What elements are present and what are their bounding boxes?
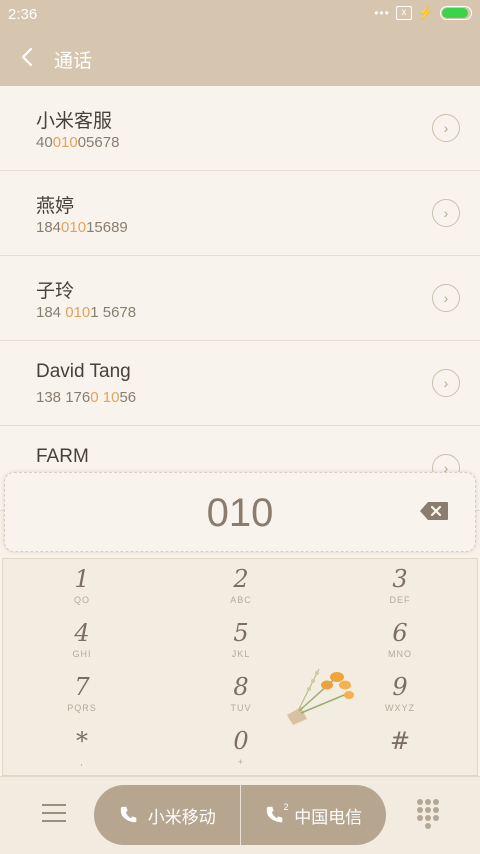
contact-number: 4001005678 — [36, 134, 119, 151]
number-match: 010 — [52, 134, 78, 151]
dialed-digits: 010 — [206, 491, 274, 535]
key-digit: 7 — [74, 673, 90, 701]
charging-icon: ⚡ — [417, 5, 434, 20]
number-match: 010 — [61, 219, 87, 236]
key-1[interactable]: 1 QO — [3, 559, 161, 613]
dial-keypad: 1 QO 2 ABC 3 DEF 4 GHI 5 JKL 6 MNO 7 PQR… — [2, 558, 478, 776]
number-match: 010 — [65, 304, 91, 321]
contact-row[interactable]: 小米客服 4001005678 › — [0, 86, 480, 171]
key-digit: 1 — [74, 565, 90, 593]
no-sim-icon: x — [395, 6, 412, 20]
chevron-right-icon[interactable]: › — [432, 114, 460, 142]
key-digit: 3 — [392, 565, 408, 593]
number-match: 0 — [90, 389, 99, 406]
key-digit: 4 — [74, 619, 90, 647]
app-header: 通话 — [0, 28, 480, 86]
call-sim1-button[interactable]: 小米移动 — [94, 785, 240, 845]
key-star[interactable]: * , — [3, 721, 161, 775]
contact-name: FARM — [36, 446, 89, 467]
key-digit: 5 — [233, 619, 249, 647]
key-letters: , — [80, 757, 84, 767]
key-2[interactable]: 2 ABC — [162, 559, 320, 613]
sim1-label: 小米移动 — [147, 807, 216, 827]
key-7[interactable]: 7 PQRS — [3, 667, 161, 721]
chevron-right-icon[interactable]: › — [432, 199, 460, 227]
contact-name: 燕婷 — [36, 196, 75, 217]
key-0[interactable]: 0 + — [162, 721, 320, 775]
number-part: 40 — [36, 134, 53, 151]
key-letters: DEF — [389, 595, 411, 605]
key-5[interactable]: 5 JKL — [162, 613, 320, 667]
contact-number: 184 0101 5678 — [36, 304, 136, 321]
key-digit: 6 — [392, 619, 408, 647]
key-digit: 0 — [233, 727, 249, 755]
signal-icon: ••• — [374, 6, 390, 20]
key-digit: * — [76, 727, 88, 755]
status-time: 2:36 — [8, 6, 38, 23]
key-digit: # — [389, 727, 411, 755]
contact-name: 子玲 — [36, 281, 75, 302]
call-sim2-button[interactable]: 2 中国电信 — [239, 785, 387, 845]
number-part: 184 — [36, 219, 62, 236]
battery-icon — [440, 6, 472, 20]
contact-row[interactable]: 子玲 184 0101 5678 › — [0, 256, 480, 341]
phone-icon — [120, 806, 137, 823]
key-letters: MNO — [388, 649, 412, 659]
back-arrow-icon[interactable] — [12, 41, 44, 73]
number-part: 56 — [119, 389, 137, 406]
key-letters: ABC — [230, 595, 252, 605]
contact-results-list: 小米客服 4001005678 › 燕婷 18401015689 › 子玲 18… — [0, 86, 480, 511]
menu-icon[interactable] — [38, 801, 70, 825]
number-part: 15689 — [86, 219, 128, 236]
contact-number: 138 1760 1056 — [36, 389, 136, 406]
key-3[interactable]: 3 DEF — [321, 559, 479, 613]
contact-name: David Tang — [36, 361, 131, 382]
page-title: 通话 — [54, 51, 93, 72]
flower-bouquet-decoration — [287, 668, 354, 725]
dial-number-display: 010 — [4, 472, 476, 552]
battery-level — [442, 8, 468, 18]
status-bar: 2:36 ••• x ⚡ — [0, 0, 480, 28]
contact-name: 小米客服 — [36, 111, 113, 132]
backspace-icon[interactable] — [419, 501, 449, 521]
key-hash[interactable]: # — [321, 721, 479, 775]
key-4[interactable]: 4 GHI — [3, 613, 161, 667]
contact-row[interactable]: David Tang 138 1760 1056 › — [0, 341, 480, 426]
status-icons: ••• x ⚡ — [374, 5, 472, 21]
number-part: 1 5678 — [90, 304, 137, 321]
bottom-action-bar: 小米移动 2 中国电信 — [0, 776, 480, 854]
key-letters: PQRS — [67, 703, 97, 713]
key-letters: + — [237, 757, 245, 767]
sim-slot-number: 2 — [283, 802, 289, 812]
sim2-label: 中国电信 — [294, 807, 363, 827]
contact-row[interactable]: 燕婷 18401015689 › — [0, 171, 480, 256]
key-digit: 2 — [233, 565, 249, 593]
number-part: 184 — [36, 304, 66, 321]
number-part: 138 176 — [36, 389, 91, 406]
number-match: 10 — [102, 389, 120, 406]
chevron-right-icon[interactable]: › — [432, 284, 460, 312]
number-part: 05678 — [77, 134, 120, 151]
key-letters: JKL — [231, 649, 251, 659]
chevron-right-icon[interactable]: › — [432, 369, 460, 397]
key-letters: QO — [73, 595, 90, 605]
dual-sim-call-buttons: 小米移动 2 中国电信 — [94, 785, 386, 845]
key-letters: GHI — [72, 649, 92, 659]
contact-number: 18401015689 — [36, 219, 128, 236]
key-6[interactable]: 6 MNO — [321, 613, 479, 667]
dialpad-icon[interactable] — [414, 797, 442, 829]
